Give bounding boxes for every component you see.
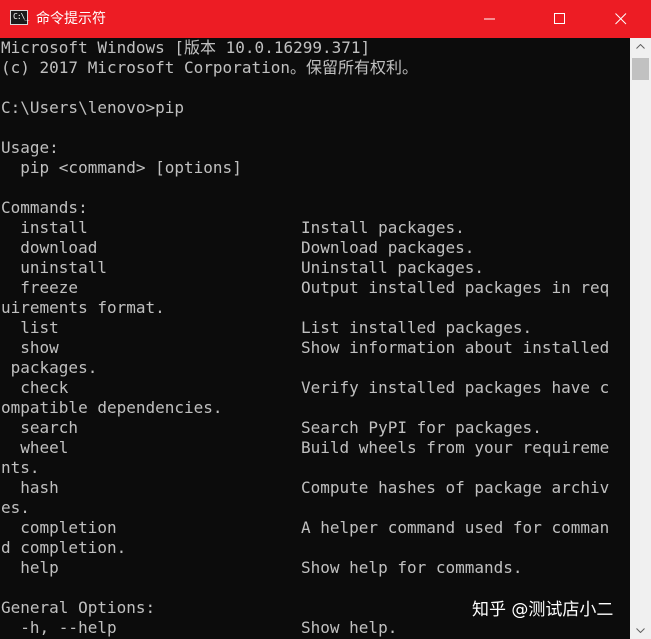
scrollbar-thumb[interactable] bbox=[632, 58, 649, 80]
console-line: Commands: bbox=[1, 198, 630, 218]
console-line-text: download bbox=[1, 238, 98, 257]
scroll-down-button[interactable] bbox=[630, 622, 651, 639]
console-line-text: hash bbox=[1, 478, 59, 497]
console-line: pip <command> [options] bbox=[1, 158, 630, 178]
maximize-button[interactable] bbox=[537, 0, 583, 38]
console-line: wheel Build wheels from your requireme bbox=[1, 438, 630, 458]
console-line-text: uninstall bbox=[1, 258, 107, 277]
console-line: uninstall Uninstall packages. bbox=[1, 258, 630, 278]
console-line-text: list bbox=[1, 318, 59, 337]
console-line-description: List installed packages. bbox=[301, 318, 533, 337]
console-line-description: Uninstall packages. bbox=[301, 258, 485, 277]
scroll-up-button[interactable] bbox=[630, 38, 651, 55]
console-line-text: pip <command> [options] bbox=[1, 158, 242, 177]
close-button[interactable] bbox=[598, 0, 644, 38]
console-output[interactable]: Microsoft Windows [版本 10.0.16299.371] (c)… bbox=[0, 38, 630, 639]
console-line: (c) 2017 Microsoft Corporation。保留所有权利。 bbox=[1, 58, 630, 78]
console-line: es. bbox=[1, 498, 630, 518]
console-line: freeze Output installed packages in req bbox=[1, 278, 630, 298]
console-line: install Install packages. bbox=[1, 218, 630, 238]
vertical-scrollbar[interactable] bbox=[630, 38, 651, 639]
console-line: packages. bbox=[1, 358, 630, 378]
console-line-text: wheel bbox=[1, 438, 69, 457]
console-line-description: Build wheels from your requireme bbox=[301, 438, 610, 457]
title-bar[interactable]: C:\_ 命令提示符 bbox=[0, 0, 651, 38]
console-line-text: C:\Users\lenovo>pip bbox=[1, 98, 185, 117]
console-line: d completion. bbox=[1, 538, 630, 558]
console-line: download Download packages. bbox=[1, 238, 630, 258]
console-line: completion A helper command used for comm… bbox=[1, 518, 630, 538]
watermark: 知乎 @测试店小二 bbox=[472, 600, 614, 620]
console-line: list List installed packages. bbox=[1, 318, 630, 338]
console-line: Usage: bbox=[1, 138, 630, 158]
console-line-text: nts. bbox=[1, 458, 40, 477]
console-line-text: uirements format. bbox=[1, 298, 165, 317]
console-line-description: Show help. bbox=[301, 618, 398, 637]
console-line-text: search bbox=[1, 418, 79, 437]
console-line-description: Install packages. bbox=[301, 218, 465, 237]
console-line-text: freeze bbox=[1, 278, 79, 297]
minimize-icon bbox=[484, 18, 495, 20]
close-icon bbox=[615, 13, 627, 25]
command-prompt-icon[interactable]: C:\_ bbox=[10, 10, 29, 25]
console-line-text: ompatible dependencies. bbox=[1, 398, 223, 417]
console-line: hash Compute hashes of package archiv bbox=[1, 478, 630, 498]
console-line-description: Download packages. bbox=[301, 238, 475, 257]
console-line: show Show information about installed bbox=[1, 338, 630, 358]
chevron-down-icon bbox=[636, 628, 645, 633]
console-line-text: Usage: bbox=[1, 138, 59, 157]
console-line: C:\Users\lenovo>pip bbox=[1, 98, 630, 118]
console-line-text: Commands: bbox=[1, 198, 88, 217]
console-line-text: Microsoft Windows [版本 10.0.16299.371] bbox=[1, 38, 371, 57]
console-line-text: check bbox=[1, 378, 69, 397]
console-line: help Show help for commands. bbox=[1, 558, 630, 578]
console-line-text: (c) 2017 Microsoft Corporation。保留所有权利。 bbox=[1, 58, 418, 77]
console-line-text: packages. bbox=[1, 358, 98, 377]
console-line-description: Show information about installed bbox=[301, 338, 610, 357]
window-title: 命令提示符 bbox=[36, 11, 106, 27]
minimize-button[interactable] bbox=[467, 0, 513, 38]
console-line-description: A helper command used for comman bbox=[301, 518, 610, 537]
console-line-text: help bbox=[1, 558, 59, 577]
console-line-text: d completion. bbox=[1, 538, 127, 557]
maximize-icon bbox=[554, 13, 565, 24]
chevron-up-icon bbox=[636, 44, 645, 49]
console-line: uirements format. bbox=[1, 298, 630, 318]
command-prompt-icon-label: C:\_ bbox=[13, 12, 29, 21]
console-line: search Search PyPI for packages. bbox=[1, 418, 630, 438]
console-line-text: General Options: bbox=[1, 598, 156, 617]
console-line-description: Verify installed packages have c bbox=[301, 378, 610, 397]
console-line-text: es. bbox=[1, 498, 30, 517]
console-line: check Verify installed packages have c bbox=[1, 378, 630, 398]
console-line-description: Compute hashes of package archiv bbox=[301, 478, 610, 497]
console-line-text: install bbox=[1, 218, 88, 237]
console-line-text: show bbox=[1, 338, 59, 357]
console-line: ompatible dependencies. bbox=[1, 398, 630, 418]
console-line-description: Output installed packages in req bbox=[301, 278, 610, 297]
console-line: nts. bbox=[1, 458, 630, 478]
console-line-description: Search PyPI for packages. bbox=[301, 418, 542, 437]
console-line-text: -h, --help bbox=[1, 618, 117, 637]
console-line-text: completion bbox=[1, 518, 117, 537]
console-line-description: Show help for commands. bbox=[301, 558, 523, 577]
console-line: Microsoft Windows [版本 10.0.16299.371] bbox=[1, 38, 630, 58]
